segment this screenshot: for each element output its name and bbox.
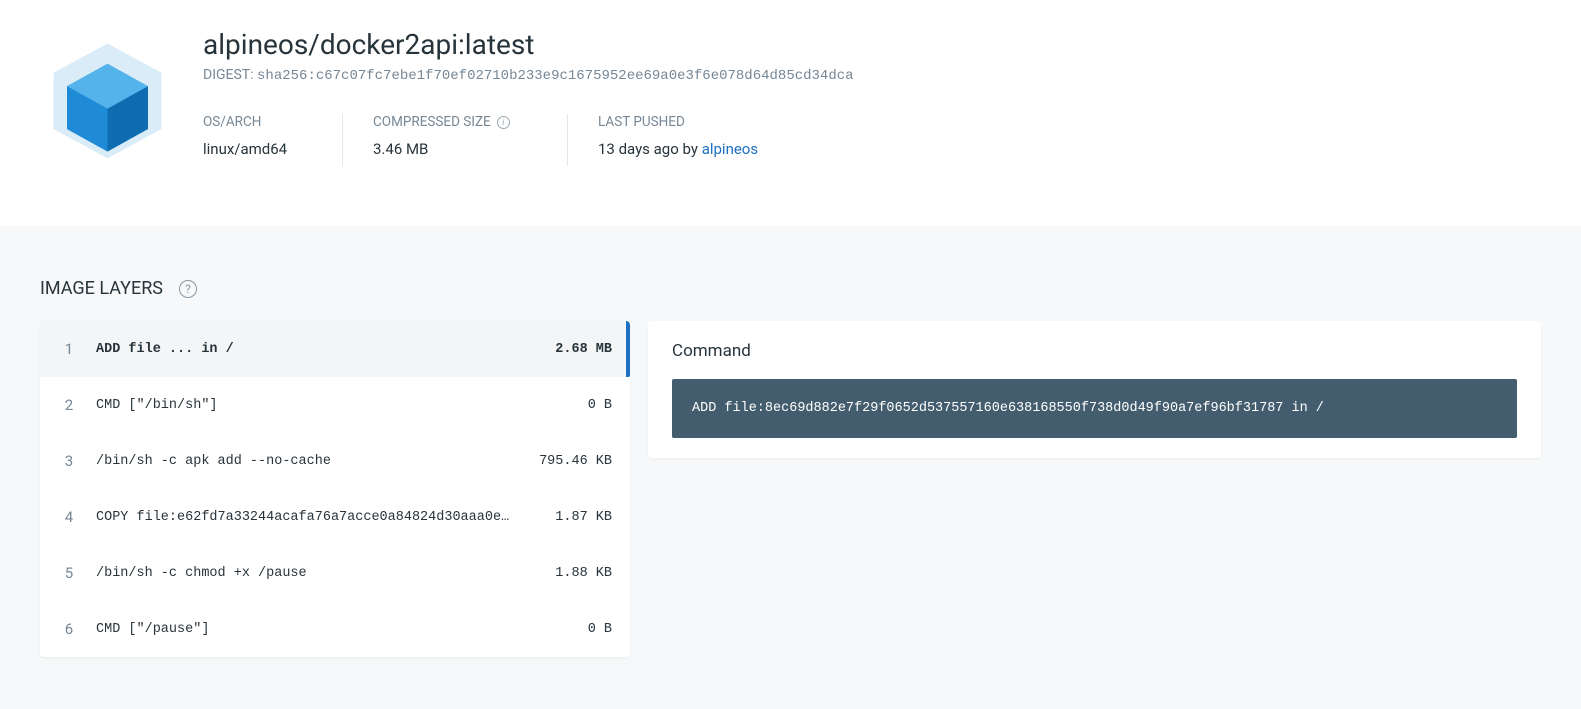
layer-instruction: COPY file:e62fd7a33244acafa76a7acce0a848… — [86, 510, 520, 525]
header-content: alpineos/docker2api:latest DIGEST: sha25… — [203, 28, 1541, 166]
help-icon[interactable]: ? — [179, 280, 197, 298]
meta-last-pushed: LAST PUSHED 13 days ago by alpineos — [598, 114, 788, 166]
last-pushed-when: 13 days ago — [598, 140, 679, 158]
layer-instruction: /bin/sh -c chmod +x /pause — [86, 566, 520, 581]
layers-list: 1ADD file ... in /2.68 MB2CMD ["/bin/sh"… — [40, 321, 630, 657]
layers-columns: 1ADD file ... in /2.68 MB2CMD ["/bin/sh"… — [40, 321, 1541, 657]
layer-row[interactable]: 5/bin/sh -c chmod +x /pause1.88 KB — [40, 545, 630, 601]
layers-heading: IMAGE LAYERS ? — [40, 278, 1541, 299]
digest-label: DIGEST: — [203, 67, 254, 83]
last-pushed-value: 13 days ago by alpineos — [598, 140, 758, 158]
layers-heading-text: IMAGE LAYERS — [40, 278, 163, 299]
digest-line: DIGEST: sha256:c67c07fc7ebe1f70ef02710b2… — [203, 67, 1541, 84]
command-panel: Command ADD file:8ec69d882e7f29f0652d537… — [648, 321, 1541, 458]
layer-row[interactable]: 3/bin/sh -c apk add --no-cache795.46 KB — [40, 433, 630, 489]
os-arch-value: linux/amd64 — [203, 140, 312, 158]
publisher-link[interactable]: alpineos — [702, 140, 758, 158]
compressed-size-value: 3.46 MB — [373, 140, 537, 158]
layer-size: 1.87 KB — [520, 510, 612, 525]
layer-size: 2.68 MB — [520, 342, 612, 357]
layer-instruction: /bin/sh -c apk add --no-cache — [86, 454, 520, 469]
layer-size: 0 B — [520, 398, 612, 413]
command-text: ADD file:8ec69d882e7f29f0652d537557160e6… — [672, 379, 1517, 438]
compressed-size-label: COMPRESSED SIZE i — [373, 114, 537, 130]
compressed-size-label-text: COMPRESSED SIZE — [373, 114, 491, 130]
layer-row[interactable]: 6CMD ["/pause"]0 B — [40, 601, 630, 657]
docker-image-cube-icon — [40, 30, 175, 165]
os-arch-label: OS/ARCH — [203, 114, 312, 130]
layer-number: 1 — [52, 340, 86, 358]
layer-instruction: CMD ["/pause"] — [86, 622, 520, 637]
image-title: alpineos/docker2api:latest — [203, 28, 1541, 61]
command-title: Command — [672, 341, 1517, 361]
layer-row[interactable]: 4COPY file:e62fd7a33244acafa76a7acce0a84… — [40, 489, 630, 545]
layer-number: 6 — [52, 620, 86, 638]
layer-size: 0 B — [520, 622, 612, 637]
image-header: alpineos/docker2api:latest DIGEST: sha25… — [0, 0, 1581, 226]
layer-row[interactable]: 1ADD file ... in /2.68 MB — [40, 321, 630, 377]
layer-instruction: ADD file ... in / — [86, 342, 520, 357]
info-icon[interactable]: i — [497, 116, 510, 129]
layers-section: IMAGE LAYERS ? 1ADD file ... in /2.68 MB… — [0, 226, 1581, 709]
layer-instruction: CMD ["/bin/sh"] — [86, 398, 520, 413]
layer-number: 4 — [52, 508, 86, 526]
layer-number: 5 — [52, 564, 86, 582]
digest-hash: sha256:c67c07fc7ebe1f70ef02710b233e9c167… — [257, 68, 854, 84]
layer-size: 795.46 KB — [520, 454, 612, 469]
layer-number: 3 — [52, 452, 86, 470]
last-pushed-by-word: by — [679, 140, 702, 158]
layer-row[interactable]: 2CMD ["/bin/sh"]0 B — [40, 377, 630, 433]
meta-os-arch: OS/ARCH linux/amd64 — [203, 114, 343, 166]
layer-size: 1.88 KB — [520, 566, 612, 581]
last-pushed-label: LAST PUSHED — [598, 114, 758, 130]
layer-number: 2 — [52, 396, 86, 414]
meta-row: OS/ARCH linux/amd64 COMPRESSED SIZE i 3.… — [203, 114, 1541, 166]
meta-compressed-size: COMPRESSED SIZE i 3.46 MB — [373, 114, 568, 166]
